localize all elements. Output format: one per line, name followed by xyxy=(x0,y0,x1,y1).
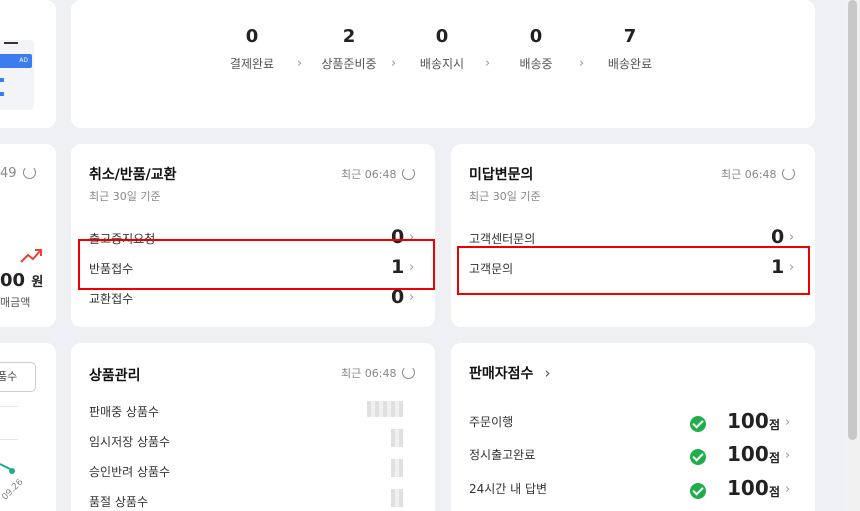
refresh-icon xyxy=(22,166,36,179)
left-promo-card: AD xyxy=(0,0,56,128)
order-step-count: 0 xyxy=(245,26,259,47)
order-status-card: 0 결제완료 › 2 상품준비중 › 0 배송지시 › 0 배송중 › 7 배송… xyxy=(71,0,815,128)
highlight-return-row xyxy=(78,239,435,290)
score-row-label: 24시간 내 답변 xyxy=(469,482,548,496)
order-step-4[interactable]: 0 배송중 xyxy=(501,26,571,72)
products-row-label[interactable]: 품절 상품수 xyxy=(89,493,148,510)
score-unit: 점 xyxy=(769,418,781,432)
inquiries-card: 미답변문의 최근 30일 기준 최근 06:48 고객센터문의 0 › 고객문의… xyxy=(451,144,815,327)
left-refresh[interactable]: 49 xyxy=(0,166,36,181)
left-filter-button[interactable]: 품수 xyxy=(0,362,36,392)
score-row-label: 주문이행 xyxy=(469,415,514,429)
inquiries-title: 미답변문의 xyxy=(469,167,534,183)
chevron-right-icon: › xyxy=(789,230,795,245)
scrollbar-thumb[interactable] xyxy=(848,0,857,440)
claims-card: 취소/반품/교환 최근 30일 기준 최근 06:48 출고중지요청 0 › 반… xyxy=(71,144,435,327)
blurred-value xyxy=(391,459,403,477)
products-row-label[interactable]: 임시저장 상품수 xyxy=(89,433,170,450)
check-circle-icon xyxy=(690,416,706,432)
blurred-value xyxy=(391,429,403,447)
order-step-count: 0 xyxy=(529,26,543,47)
chevron-right-icon: › xyxy=(544,364,551,382)
blurred-value xyxy=(367,401,403,417)
refresh-icon xyxy=(782,167,796,180)
seller-score-title-link[interactable]: 판매자점수 › xyxy=(469,363,551,383)
check-circle-icon xyxy=(690,449,706,465)
ad-badge: AD xyxy=(0,54,32,68)
ad-illustration: AD xyxy=(0,40,34,110)
inquiries-row-label: 고객센터문의 xyxy=(469,232,536,246)
left-amount-caption: 매금액 xyxy=(0,296,31,309)
score-value: 100 xyxy=(727,409,769,433)
products-updated: 최근 06:48 xyxy=(341,367,397,380)
inquiries-refresh[interactable]: 최근 06:48 xyxy=(721,166,796,182)
chevron-right-icon: › xyxy=(579,56,585,71)
chevron-right-icon: › xyxy=(391,56,397,71)
refresh-icon xyxy=(402,366,416,379)
seller-score-title: 판매자점수 xyxy=(469,366,534,382)
left-amount: 00 xyxy=(0,270,26,291)
claims-row-label: 교환접수 xyxy=(89,292,134,306)
order-step-count: 2 xyxy=(342,26,356,47)
claims-subtitle: 최근 30일 기준 xyxy=(89,190,161,203)
order-step-label: 결제완료 xyxy=(229,57,275,71)
trend-up-icon xyxy=(20,249,42,263)
chevron-right-icon: › xyxy=(785,448,791,463)
score-unit: 점 xyxy=(769,451,781,465)
order-step-5[interactable]: 7 배송완료 xyxy=(595,26,665,72)
claims-updated: 최근 06:48 xyxy=(341,168,397,181)
chevron-right-icon: › xyxy=(297,56,303,71)
refresh-icon xyxy=(402,167,416,180)
chevron-right-icon: › xyxy=(409,290,415,305)
score-value: 100 xyxy=(727,442,769,466)
inquiries-updated: 최근 06:48 xyxy=(721,168,777,181)
chevron-right-icon: › xyxy=(785,482,791,497)
claims-title: 취소/반품/교환 xyxy=(89,167,177,183)
claims-refresh[interactable]: 최근 06:48 xyxy=(341,166,416,182)
order-step-3[interactable]: 0 배송지시 xyxy=(407,26,477,72)
left-filter-label: 품수 xyxy=(0,370,18,383)
score-unit: 점 xyxy=(769,485,781,499)
chevron-right-icon: › xyxy=(485,56,491,71)
order-step-count: 7 xyxy=(623,26,637,47)
left-sales-card: 49 00 원 매금액 xyxy=(0,144,56,327)
order-step-1[interactable]: 0 결제완료 xyxy=(217,26,287,72)
products-refresh[interactable]: 최근 06:48 xyxy=(341,365,416,381)
order-step-label: 배송완료 xyxy=(607,57,653,71)
order-step-label: 상품준비중 xyxy=(321,57,377,71)
chart-point xyxy=(9,468,15,474)
products-title: 상품관리 xyxy=(89,368,141,384)
score-value: 100 xyxy=(727,476,769,500)
products-row-label[interactable]: 승인반려 상품수 xyxy=(89,463,170,480)
order-step-label: 배송중 xyxy=(519,57,553,71)
score-row-label: 정시출고완료 xyxy=(469,448,536,462)
check-circle-icon xyxy=(690,483,706,499)
inquiries-subtitle: 최근 30일 기준 xyxy=(469,190,541,203)
order-step-count: 0 xyxy=(435,26,449,47)
highlight-customer-inquiry-row xyxy=(457,246,810,295)
order-step-2[interactable]: 2 상품준비중 xyxy=(309,26,389,72)
chevron-right-icon: › xyxy=(785,415,791,430)
products-card: 상품관리 최근 06:48 판매중 상품수 임시저장 상품수 승인반려 상품수 … xyxy=(71,343,435,511)
products-row-label[interactable]: 판매중 상품수 xyxy=(89,403,159,420)
inquiries-row-value: 0 xyxy=(771,226,785,248)
seller-score-card: 판매자점수 › 주문이행 100 점 › 정시출고완료 100 점 › 24시간… xyxy=(451,343,815,511)
left-time: 49 xyxy=(0,166,17,181)
left-chart-card: 품수 09.26 xyxy=(0,343,56,511)
blurred-value xyxy=(391,489,403,507)
order-step-label: 배송지시 xyxy=(419,57,465,71)
left-amount-unit: 원 xyxy=(31,275,44,290)
